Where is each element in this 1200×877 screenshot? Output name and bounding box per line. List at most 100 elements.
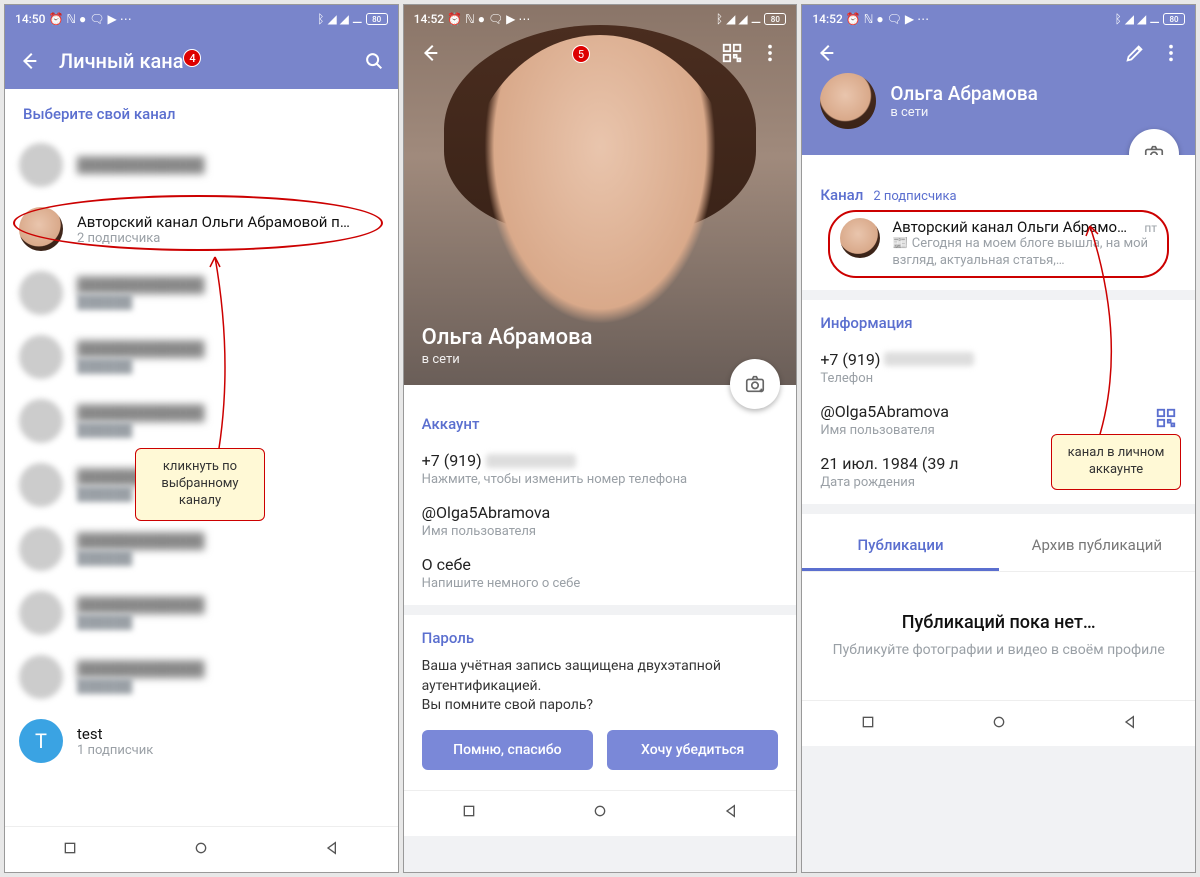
- phone-redacted: [486, 454, 576, 468]
- phone-field[interactable]: +7 (919) Нажмите, чтобы изменить номер т…: [422, 443, 779, 495]
- youtube-icon: ▶: [905, 12, 914, 26]
- channel-subscribers: 2 подписчика: [77, 231, 384, 246]
- edit-icon[interactable]: [1121, 39, 1149, 67]
- signal-icon: ◢: [1137, 12, 1146, 26]
- qr-icon[interactable]: [1155, 407, 1177, 433]
- password-remember-button[interactable]: Помню, спасибо: [422, 730, 593, 770]
- back-icon[interactable]: [15, 47, 43, 75]
- battery-icon: 80: [366, 13, 388, 25]
- chat-icon: 🗨: [887, 12, 902, 26]
- profile-name: Ольга Абрамова: [890, 82, 1038, 105]
- channel-row[interactable]: Авторский канал Ольги Абрамо… пт 📰 Сегод…: [828, 210, 1169, 278]
- nav-back-icon[interactable]: [723, 803, 739, 823]
- page-title: Личный кана: [59, 49, 183, 73]
- status-time: 14:50: [15, 12, 45, 26]
- avatar: [19, 207, 63, 251]
- section-label: Выберите свой канал: [5, 89, 398, 133]
- nav-bar: [5, 826, 398, 872]
- chat-icon: 🗨: [488, 12, 503, 26]
- nfc-icon: ℕ: [465, 12, 475, 26]
- nav-home-icon[interactable]: [193, 840, 209, 860]
- about-field[interactable]: О себе Напишите немного о себе: [422, 547, 779, 599]
- back-icon[interactable]: [812, 39, 840, 67]
- more-icon: ⋯: [120, 12, 132, 26]
- profile-hero: 14:52 ⏰ ℕ ● 🗨 ▶ ⋯ ᛒ ◢ ◢ ⚊ 80 5: [404, 5, 797, 385]
- nav-bar: [404, 790, 797, 836]
- step-badge: 5: [572, 45, 590, 63]
- back-icon[interactable]: [416, 39, 444, 67]
- signal-icon: ◢: [738, 12, 747, 26]
- username-field[interactable]: @Olga5Abramova Имя пользователя: [422, 495, 779, 547]
- bluetooth-icon: ᛒ: [716, 12, 723, 26]
- empty-title: Публикаций пока нет…: [830, 612, 1167, 633]
- list-item[interactable]: ██████████████████: [5, 261, 398, 325]
- list-item-test[interactable]: T test 1 подписчик: [5, 709, 398, 773]
- youtube-icon: ▶: [506, 12, 515, 26]
- channel-list: ████████████ Авторский канал Ольги Абрам…: [5, 133, 398, 826]
- screen-account-settings: 14:52 ⏰ ℕ ● 🗨 ▶ ⋯ ᛒ ◢ ◢ ⚊ 80 5: [403, 4, 798, 873]
- step-badge: 4: [183, 49, 201, 67]
- app-bar: Личный кана4: [5, 33, 398, 89]
- profile-header: 14:52 ⏰ ℕ ● 🗨 ▶ ⋯ ᛒ ◢ ◢ ⚊ 80: [802, 5, 1195, 155]
- nav-back-icon[interactable]: [1122, 714, 1138, 734]
- alarm-icon: ⏰: [48, 12, 63, 26]
- empty-subtitle: Публикуйте фотографии и видео в своём пр…: [830, 641, 1167, 661]
- avatar[interactable]: [820, 73, 876, 129]
- channel-title: test: [77, 725, 384, 743]
- nav-home-icon[interactable]: [592, 803, 608, 823]
- youtube-icon: ▶: [108, 12, 117, 26]
- password-text: Ваша учётная запись защищена двухэтапной…: [422, 657, 779, 716]
- section-label: Канал: [820, 186, 863, 204]
- list-item[interactable]: ██████████████████: [5, 645, 398, 709]
- profile-name: Ольга Абрамова: [422, 325, 779, 350]
- channel-subscribers: 1 подписчик: [77, 743, 384, 758]
- account-section: Аккаунт +7 (919) Нажмите, чтобы изменить…: [404, 385, 797, 605]
- wifi-icon: ⚊: [1149, 12, 1160, 26]
- signal-icon: ◢: [726, 12, 735, 26]
- tab-archive[interactable]: Архив публикаций: [999, 522, 1195, 571]
- nav-recent-icon[interactable]: [860, 714, 876, 734]
- nav-recent-icon[interactable]: [461, 803, 477, 823]
- list-item-author-channel[interactable]: Авторский канал Ольги Абрамовой п… 2 под…: [5, 197, 398, 261]
- battery-icon: 80: [1163, 13, 1185, 25]
- password-verify-button[interactable]: Хочу убедиться: [607, 730, 778, 770]
- screen-channel-list: 14:50 ⏰ ℕ ● 🗨 ▶ ⋯ ᛒ ◢ ◢ ⚊ 80 Личный кана…: [4, 4, 399, 873]
- annotation-callout: кликнуть по выбранному каналу: [135, 448, 265, 521]
- status-time: 14:52: [812, 12, 842, 26]
- tabs: Публикации Архив публикаций: [802, 522, 1195, 572]
- list-item[interactable]: ██████████████████: [5, 517, 398, 581]
- nav-home-icon[interactable]: [991, 714, 1007, 734]
- battery-icon: 80: [764, 13, 786, 25]
- channel-subs-link[interactable]: 2 подписчика: [873, 189, 956, 204]
- nfc-icon: ℕ: [66, 12, 76, 26]
- list-item[interactable]: ████████████: [5, 133, 398, 197]
- nav-back-icon[interactable]: [324, 840, 340, 860]
- section-label: Информация: [820, 314, 1177, 332]
- search-icon[interactable]: [360, 47, 388, 75]
- list-item[interactable]: ██████████████████: [5, 389, 398, 453]
- camera-fab[interactable]: [730, 359, 780, 409]
- chat-icon: ●: [876, 12, 883, 26]
- phone-field[interactable]: +7 (919) Телефон: [820, 342, 1177, 394]
- alarm-icon: ⏰: [846, 12, 861, 26]
- profile-status: в сети: [422, 352, 779, 367]
- qr-icon[interactable]: [718, 39, 746, 67]
- list-item[interactable]: ██████████████████: [5, 325, 398, 389]
- chat-icon: ●: [79, 12, 86, 26]
- list-item[interactable]: ██████████████████: [5, 581, 398, 645]
- nav-recent-icon[interactable]: [62, 840, 78, 860]
- channel-title: Авторский канал Ольги Абрамовой п…: [77, 213, 384, 231]
- signal-icon: ◢: [327, 12, 336, 26]
- bluetooth-icon: ᛒ: [1115, 12, 1122, 26]
- wifi-icon: ⚊: [352, 12, 363, 26]
- phone-redacted: [884, 352, 974, 366]
- channel-section: Канал 2 подписчика Авторский канал Ольги…: [802, 155, 1195, 290]
- bluetooth-icon: ᛒ: [317, 12, 324, 26]
- empty-state: Публикаций пока нет… Публикуйте фотограф…: [802, 572, 1195, 701]
- tab-publications[interactable]: Публикации: [802, 522, 998, 571]
- status-bar: 14:52 ⏰ ℕ ● 🗨 ▶ ⋯ ᛒ ◢ ◢ ⚊ 80: [404, 5, 797, 33]
- more-icon[interactable]: [1157, 39, 1185, 67]
- chat-icon: ●: [478, 12, 485, 26]
- more-icon[interactable]: [756, 39, 784, 67]
- nav-bar: [802, 700, 1195, 746]
